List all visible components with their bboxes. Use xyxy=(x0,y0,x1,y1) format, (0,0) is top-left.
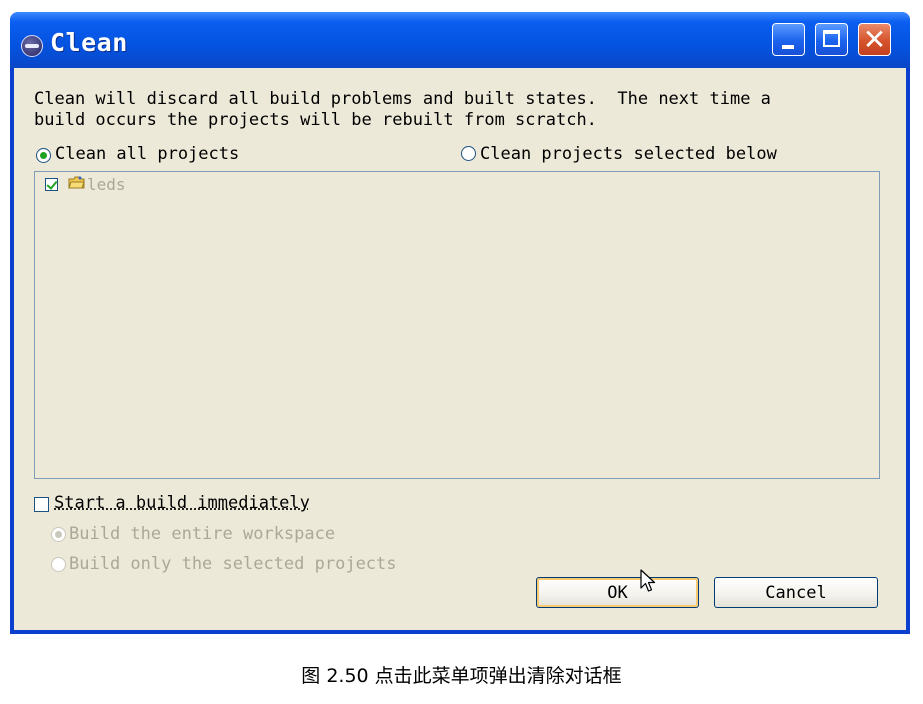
project-name: leds xyxy=(87,175,126,194)
minimize-button[interactable] xyxy=(772,23,805,56)
build-workspace-label: Build the entire workspace xyxy=(69,524,336,544)
cancel-button[interactable]: Cancel xyxy=(714,577,878,608)
build-workspace-radio xyxy=(51,527,66,542)
clean-selected-radio[interactable] xyxy=(461,146,476,161)
list-item[interactable]: leds xyxy=(35,172,235,196)
clean-all-label[interactable]: Clean all projects xyxy=(55,144,239,164)
window-title: Clean xyxy=(50,28,128,57)
project-list[interactable]: leds xyxy=(34,171,880,479)
close-button[interactable]: ✕ xyxy=(858,23,891,56)
build-selected-radio xyxy=(51,557,66,572)
maximize-button[interactable] xyxy=(815,23,848,56)
start-build-checkbox[interactable] xyxy=(34,497,49,512)
mouse-cursor-icon xyxy=(640,569,656,592)
project-checkbox[interactable] xyxy=(45,178,58,191)
start-build-label[interactable]: Start a build immediately xyxy=(54,493,310,513)
build-selected-label: Build only the selected projects xyxy=(69,554,397,574)
clean-dialog-window: Clean ✕ Clean will discard all build pro… xyxy=(10,12,910,634)
eclipse-icon xyxy=(21,35,43,57)
project-folder-icon xyxy=(68,176,85,189)
dialog-description: Clean will discard all build problems an… xyxy=(34,89,771,130)
dialog-body: Clean will discard all build problems an… xyxy=(14,68,906,630)
clean-all-radio[interactable] xyxy=(36,148,51,163)
close-icon: ✕ xyxy=(862,23,887,56)
title-bar[interactable]: Clean ✕ xyxy=(10,12,910,68)
clean-selected-label[interactable]: Clean projects selected below xyxy=(480,144,777,164)
ok-button[interactable]: OK xyxy=(536,577,699,608)
figure-caption: 图 2.50 点击此菜单项弹出清除对话框 xyxy=(301,665,622,687)
